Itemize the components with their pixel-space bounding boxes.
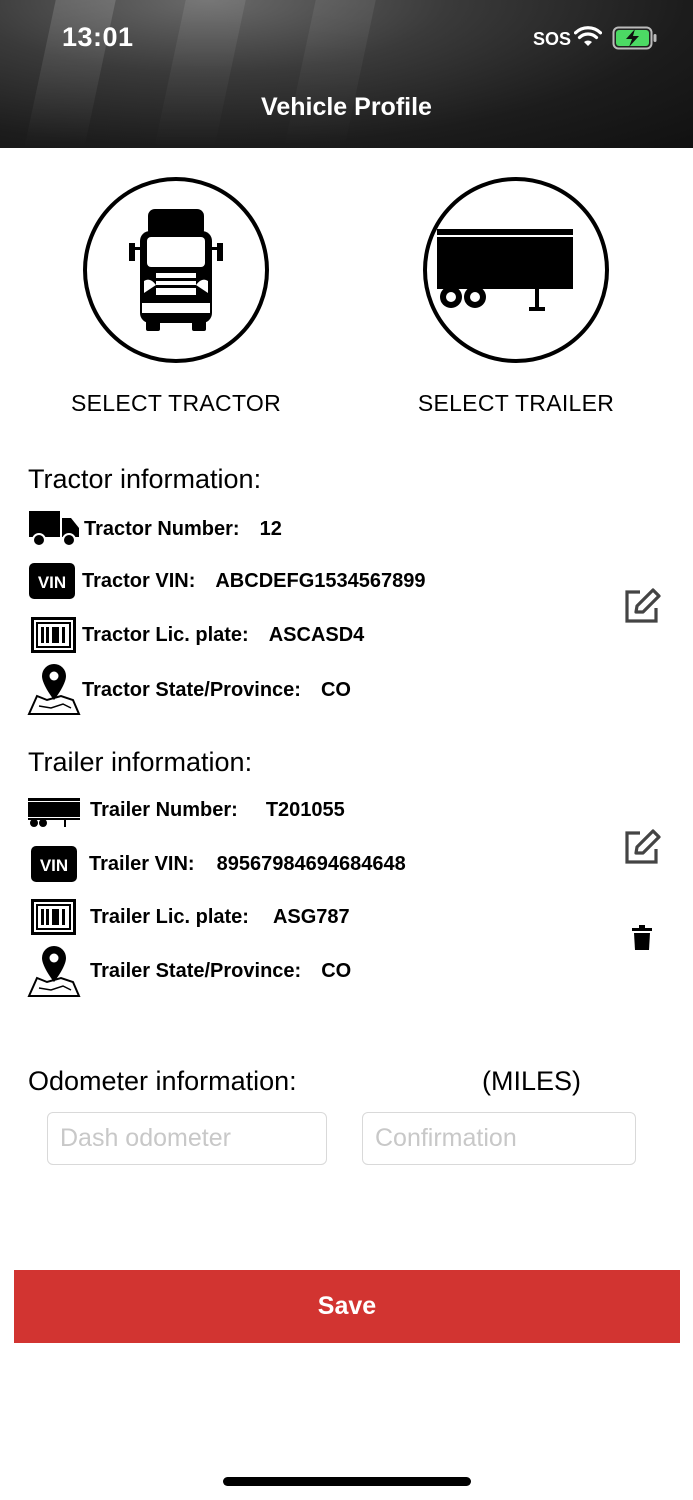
vin-icon-text: VIN bbox=[40, 856, 68, 875]
vin-icon: VIN bbox=[31, 846, 77, 882]
odometer-confirmation-input[interactable] bbox=[362, 1112, 636, 1165]
trailer-delete-icon[interactable] bbox=[632, 925, 652, 951]
trailer-edit-icon[interactable] bbox=[624, 829, 662, 865]
license-plate-icon bbox=[31, 899, 76, 935]
tractor-section-title: Tractor information: bbox=[28, 464, 262, 494]
trailer-number-value: T201055 bbox=[265, 799, 345, 821]
select-trailer-label[interactable]: SELECT TRAILER bbox=[400, 390, 632, 417]
trailer-vin-value: 89567984694684648 bbox=[216, 853, 406, 875]
save-button[interactable]: Save bbox=[14, 1270, 680, 1343]
trailer-plate-value: ASG787 bbox=[272, 906, 350, 928]
select-tractor-button[interactable] bbox=[83, 177, 269, 363]
header-background-streak bbox=[284, 0, 376, 148]
status-time: 13:01 bbox=[62, 22, 134, 52]
select-trailer-button[interactable] bbox=[423, 177, 609, 363]
vin-icon-text: VIN bbox=[38, 573, 66, 592]
tractor-number-value: 12 bbox=[259, 518, 282, 540]
trailer-number-label: Trailer Number: bbox=[90, 799, 238, 821]
trailer-section-title: Trailer information: bbox=[28, 747, 253, 777]
tractor-vin-row: Tractor VIN: ABCDEFG1534567899 bbox=[82, 570, 425, 593]
license-plate-icon bbox=[31, 617, 76, 653]
home-indicator[interactable] bbox=[223, 1477, 471, 1486]
trailer-icon bbox=[28, 798, 80, 827]
status-sos: SOS bbox=[533, 29, 572, 49]
trailer-state-row: Trailer State/Province: CO bbox=[90, 960, 351, 983]
trailer-vin-label: Trailer VIN: bbox=[89, 853, 195, 875]
header-bar: 13:01 SOS Vehicle Profile bbox=[0, 0, 693, 148]
truck-icon bbox=[29, 511, 79, 547]
tractor-number-row: Tractor Number: 12 bbox=[84, 518, 282, 541]
trailer-side-icon bbox=[437, 229, 573, 311]
dash-odometer-input[interactable] bbox=[47, 1112, 327, 1165]
tractor-number-label: Tractor Number: bbox=[84, 518, 240, 540]
header-background-streak bbox=[154, 0, 246, 148]
tractor-edit-icon[interactable] bbox=[624, 588, 662, 624]
trailer-number-row: Trailer Number: T201055 bbox=[90, 799, 345, 822]
tractor-plate-row: Tractor Lic. plate: ASCASD4 bbox=[82, 624, 364, 647]
odometer-section-title: Odometer information: bbox=[28, 1066, 297, 1096]
tractor-vin-value: ABCDEFG1534567899 bbox=[215, 570, 426, 592]
odometer-unit-label: (MILES) bbox=[482, 1066, 582, 1096]
vin-icon: VIN bbox=[29, 563, 75, 599]
trailer-vin-row: Trailer VIN: 89567984694684648 bbox=[89, 853, 406, 876]
tractor-state-label: Tractor State/Province: bbox=[82, 679, 301, 701]
tractor-plate-value: ASCASD4 bbox=[268, 624, 365, 646]
trailer-state-value: CO bbox=[321, 960, 352, 982]
tractor-state-row: Tractor State/Province: CO bbox=[82, 679, 351, 702]
map-pin-icon bbox=[27, 946, 81, 997]
tractor-vin-label: Tractor VIN: bbox=[82, 570, 196, 592]
select-tractor-label[interactable]: SELECT TRACTOR bbox=[60, 390, 292, 417]
page-title: Vehicle Profile bbox=[261, 93, 432, 121]
trailer-plate-label: Trailer Lic. plate: bbox=[90, 906, 249, 928]
tractor-state-value: CO bbox=[320, 679, 351, 701]
trailer-state-label: Trailer State/Province: bbox=[90, 960, 302, 982]
battery-icon bbox=[612, 26, 657, 50]
tractor-front-icon bbox=[129, 209, 223, 331]
trailer-plate-row: Trailer Lic. plate: ASG787 bbox=[90, 906, 350, 929]
wifi-icon bbox=[574, 26, 602, 46]
tractor-plate-label: Tractor Lic. plate: bbox=[82, 624, 249, 646]
map-pin-icon bbox=[27, 664, 81, 715]
